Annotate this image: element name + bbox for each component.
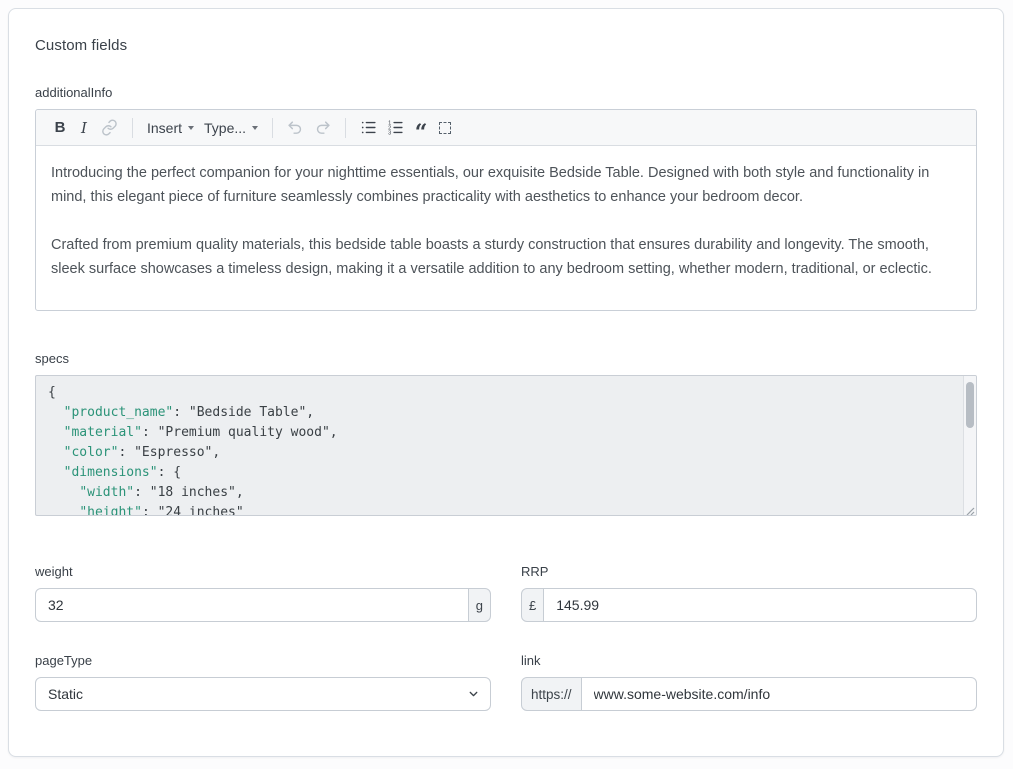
redo-icon bbox=[314, 119, 331, 136]
page-type-label: pageType bbox=[35, 653, 491, 668]
numbered-list-icon: 123 bbox=[387, 119, 404, 136]
blockquote-icon: “ bbox=[415, 118, 428, 138]
link-button[interactable] bbox=[96, 115, 123, 141]
weight-unit-addon: g bbox=[468, 588, 491, 622]
redo-button[interactable] bbox=[309, 115, 336, 141]
code-line: "product_name": "Bedside Table", bbox=[48, 403, 950, 423]
rrp-label: RRP bbox=[521, 564, 977, 579]
undo-button[interactable] bbox=[282, 115, 309, 141]
json-key: "dimensions" bbox=[64, 465, 158, 480]
code-text: : { bbox=[158, 465, 181, 480]
page-type-select-wrap: Static bbox=[35, 677, 491, 711]
json-key: "product_name" bbox=[64, 405, 174, 420]
rrp-input[interactable] bbox=[543, 588, 977, 622]
code-line: "width": "18 inches", bbox=[48, 483, 950, 503]
horizontal-rule-icon bbox=[439, 122, 451, 134]
link-label: link bbox=[521, 653, 977, 668]
pagetype-link-row: pageType Static link https:// bbox=[35, 653, 977, 711]
code-text: : "24 inches" bbox=[142, 505, 244, 516]
link-field-group: link https:// bbox=[521, 653, 977, 711]
code-text: { bbox=[48, 385, 56, 400]
json-key: "material" bbox=[64, 425, 142, 440]
bullet-list-icon bbox=[360, 119, 377, 136]
undo-icon bbox=[287, 119, 304, 136]
code-text: : "Premium quality wood", bbox=[142, 425, 338, 440]
rrp-field-group: RRP £ bbox=[521, 564, 977, 622]
link-input[interactable] bbox=[581, 677, 977, 711]
insert-dropdown-label: Insert bbox=[147, 120, 182, 136]
json-key: "color" bbox=[64, 445, 119, 460]
json-key: "height" bbox=[79, 505, 142, 516]
code-text bbox=[48, 485, 79, 500]
bold-button[interactable]: B bbox=[48, 115, 72, 141]
link-icon bbox=[101, 119, 118, 136]
code-text bbox=[48, 465, 64, 480]
type-dropdown-label: Type... bbox=[204, 120, 246, 136]
code-text: : "18 inches", bbox=[134, 485, 244, 500]
additional-info-label: additionalInfo bbox=[35, 85, 977, 100]
toolbar-divider bbox=[132, 118, 133, 138]
code-line: "material": "Premium quality wood", bbox=[48, 423, 950, 443]
specs-label: specs bbox=[35, 351, 977, 366]
numbered-list-button[interactable]: 123 bbox=[382, 115, 409, 141]
weight-field-group: weight g bbox=[35, 564, 491, 622]
code-text: : "Bedside Table", bbox=[173, 405, 314, 420]
rte-content[interactable]: Introducing the perfect companion for yo… bbox=[36, 146, 976, 310]
rrp-input-group: £ bbox=[521, 588, 977, 622]
specs-scrollbar-thumb[interactable] bbox=[966, 382, 974, 428]
page-title: Custom fields bbox=[35, 37, 977, 54]
toolbar-divider bbox=[272, 118, 273, 138]
specs-code-editor: { "product_name": "Bedside Table", "mate… bbox=[35, 375, 977, 516]
specs-scrollbar-track[interactable] bbox=[963, 376, 976, 515]
code-text: : "Espresso", bbox=[118, 445, 220, 460]
specs-section: specs { "product_name": "Bedside Table",… bbox=[35, 351, 977, 516]
resize-grip-icon[interactable] bbox=[964, 503, 975, 514]
rich-text-editor: B I Insert Type... bbox=[35, 109, 977, 311]
currency-addon: £ bbox=[521, 588, 544, 622]
weight-input[interactable] bbox=[35, 588, 469, 622]
code-line: "height": "24 inches" bbox=[48, 503, 950, 516]
caret-down-icon bbox=[188, 126, 194, 130]
code-text bbox=[48, 445, 64, 460]
blockquote-button[interactable]: “ bbox=[409, 115, 433, 141]
json-key: "width" bbox=[79, 485, 134, 500]
caret-down-icon bbox=[252, 126, 258, 130]
code-text bbox=[48, 405, 64, 420]
weight-input-group: g bbox=[35, 588, 491, 622]
page-type-select[interactable]: Static bbox=[35, 677, 491, 711]
horizontal-rule-button[interactable] bbox=[433, 115, 457, 141]
code-line: { bbox=[48, 383, 950, 403]
code-text bbox=[48, 505, 79, 516]
weight-label: weight bbox=[35, 564, 491, 579]
rte-toolbar: B I Insert Type... bbox=[36, 110, 976, 146]
protocol-addon: https:// bbox=[521, 677, 582, 711]
insert-dropdown-button[interactable]: Insert bbox=[142, 115, 199, 141]
specs-code[interactable]: { "product_name": "Bedside Table", "mate… bbox=[36, 376, 976, 516]
rte-paragraph: Introducing the perfect companion for yo… bbox=[51, 161, 961, 209]
type-dropdown-button[interactable]: Type... bbox=[199, 115, 263, 141]
code-line: "color": "Espresso", bbox=[48, 443, 950, 463]
bullet-list-button[interactable] bbox=[355, 115, 382, 141]
weight-rrp-row: weight g RRP £ bbox=[35, 564, 977, 622]
additional-info-section: additionalInfo B I Insert Type... bbox=[35, 85, 977, 311]
italic-button[interactable]: I bbox=[72, 115, 96, 141]
toolbar-divider bbox=[345, 118, 346, 138]
page-type-field-group: pageType Static bbox=[35, 653, 491, 711]
code-line: "dimensions": { bbox=[48, 463, 950, 483]
code-text bbox=[48, 425, 64, 440]
svg-text:3: 3 bbox=[388, 131, 391, 136]
link-input-group: https:// bbox=[521, 677, 977, 711]
rte-paragraph: Crafted from premium quality materials, … bbox=[51, 233, 961, 281]
custom-fields-card: Custom fields additionalInfo B I Insert … bbox=[8, 8, 1004, 757]
